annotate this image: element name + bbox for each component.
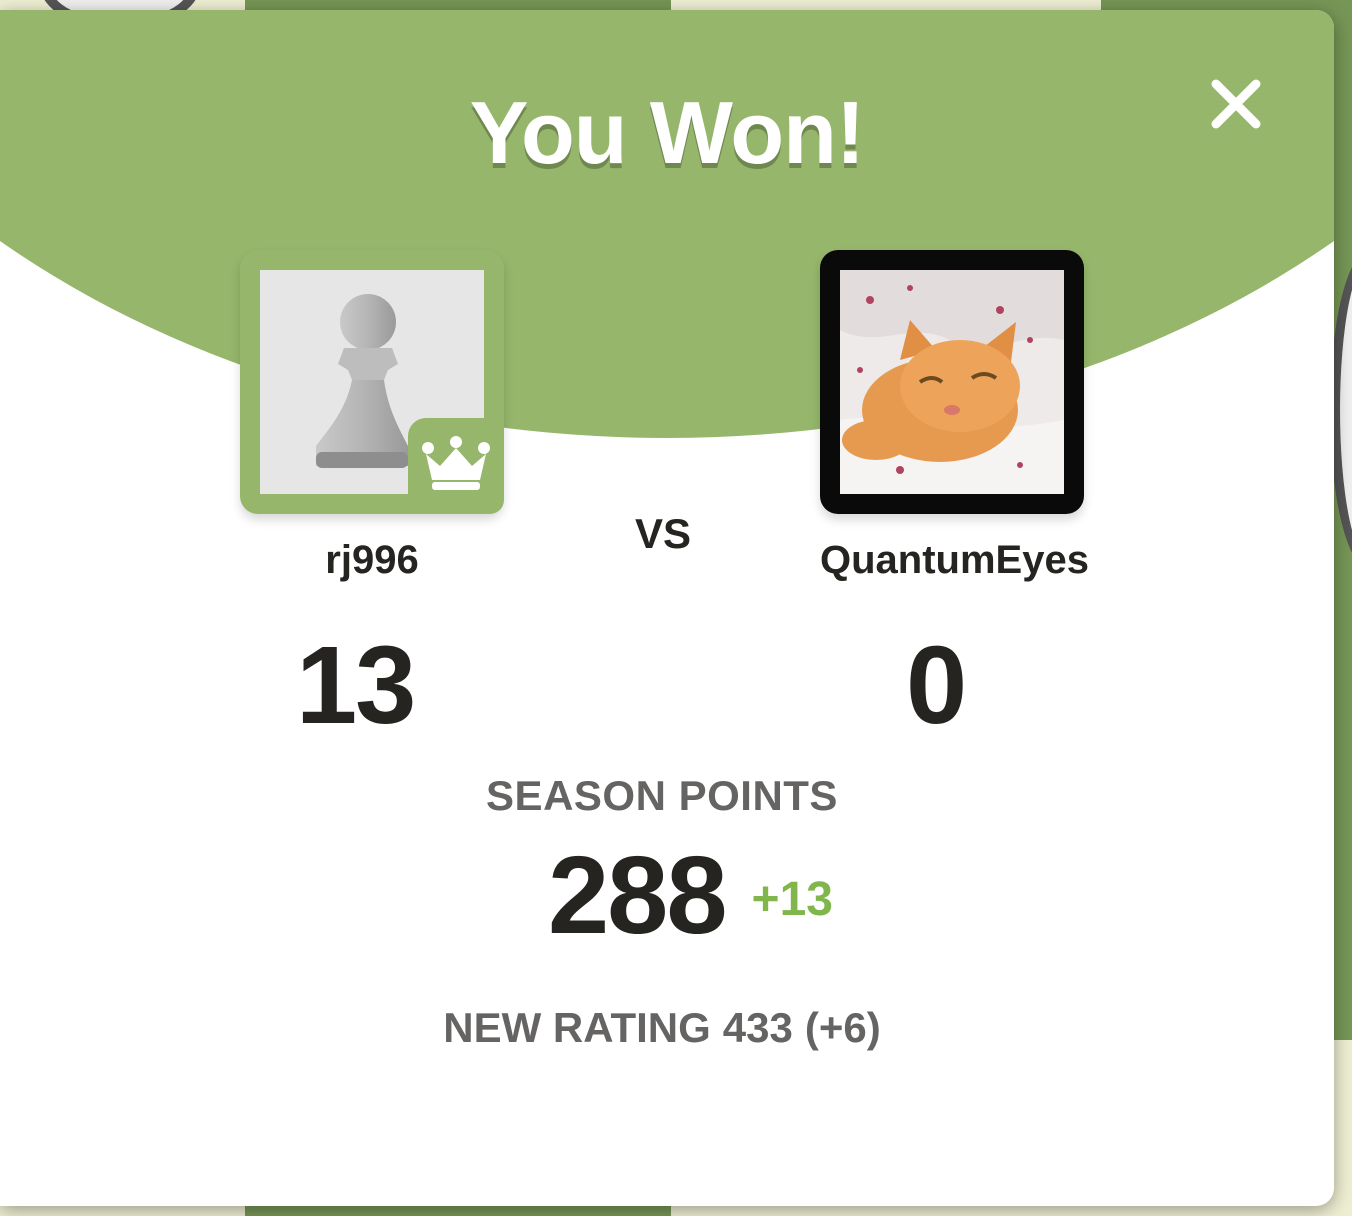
header-banner: [0, 10, 1334, 438]
season-points-value: 288: [548, 834, 728, 957]
player-opponent: QuantumEyes: [820, 250, 1089, 583]
rating-change: (+6): [804, 1004, 881, 1051]
avatar[interactable]: [240, 250, 504, 514]
rating-label: NEW RATING: [443, 1004, 711, 1051]
avatar[interactable]: [820, 250, 1084, 514]
season-points-label: SEASON POINTS: [486, 772, 838, 819]
season-points: 288 +13: [548, 832, 833, 959]
vs-label: VS: [634, 510, 692, 557]
result-title: You Won!: [469, 83, 865, 182]
player-winner: rj996: [240, 250, 504, 583]
player-score: 13: [296, 624, 416, 747]
new-rating: NEW RATING 433 (+6): [0, 1004, 1324, 1052]
game-over-modal: You Won! rj996 13 VS QuantumEyes 0 SEASO…: [0, 10, 1334, 1206]
username[interactable]: QuantumEyes: [820, 538, 1089, 583]
username[interactable]: rj996: [240, 538, 504, 583]
rating-value: 433: [722, 1004, 793, 1051]
season-points-delta: +13: [751, 873, 833, 926]
cat-photo: [840, 270, 1064, 494]
opponent-score: 0: [906, 624, 967, 747]
winner-badge: [408, 418, 504, 514]
crown-icon: [422, 436, 490, 490]
